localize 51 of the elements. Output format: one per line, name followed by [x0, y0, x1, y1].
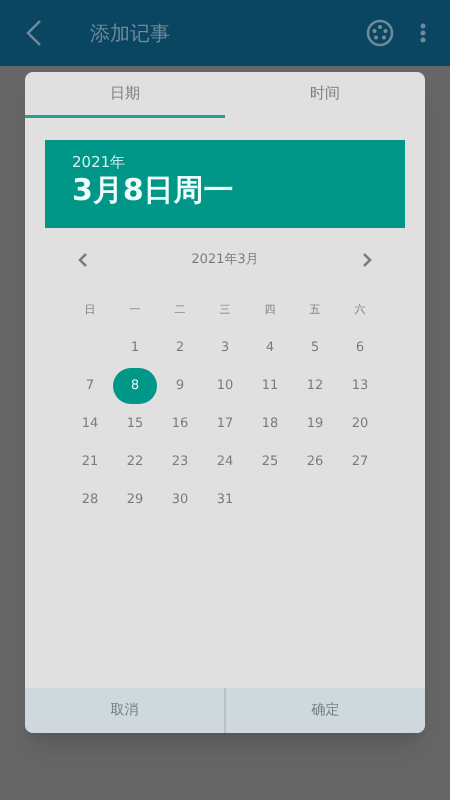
cancel-button[interactable]: 取消: [25, 688, 224, 733]
day-button[interactable]: 29: [113, 482, 157, 518]
day-button[interactable]: 8: [113, 368, 157, 404]
day-button[interactable]: 15: [113, 406, 157, 442]
weekday-label: 日: [84, 302, 96, 318]
day-button[interactable]: 5: [293, 330, 337, 366]
day-button[interactable]: 25: [248, 444, 292, 480]
day-button[interactable]: 10: [203, 368, 247, 404]
day-button[interactable]: 2: [158, 330, 202, 366]
day-button[interactable]: 26: [293, 444, 337, 480]
year-text: 2021年: [72, 152, 126, 172]
selected-date: 3月8日周一: [72, 172, 234, 210]
more-icon[interactable]: [420, 23, 426, 43]
day-button[interactable]: 7: [68, 368, 112, 404]
day-button[interactable]: 11: [248, 368, 292, 404]
day-button[interactable]: 24: [203, 444, 247, 480]
day-button[interactable]: 17: [203, 406, 247, 442]
chevron-left-icon[interactable]: [78, 253, 88, 267]
day-button[interactable]: 6: [338, 330, 382, 366]
chevron-right-icon[interactable]: [362, 253, 372, 267]
day-button[interactable]: 1: [113, 330, 157, 366]
day-button[interactable]: 21: [68, 444, 112, 480]
confirm-button[interactable]: 确定: [224, 688, 425, 733]
day-button[interactable]: 12: [293, 368, 337, 404]
weekday-label: 一: [130, 302, 140, 318]
weekday-label: 六: [354, 302, 366, 318]
day-button[interactable]: 3: [203, 330, 247, 366]
day-button[interactable]: 31: [203, 482, 247, 518]
weekday-label: 四: [264, 302, 276, 318]
weekday-label: 二: [174, 302, 186, 318]
day-button[interactable]: 14: [68, 406, 112, 442]
day-button[interactable]: 9: [158, 368, 202, 404]
day-button[interactable]: 4: [248, 330, 292, 366]
month-title: 2021年3月: [191, 251, 259, 270]
day-button[interactable]: 30: [158, 482, 202, 518]
day-button[interactable]: 22: [113, 444, 157, 480]
day-button[interactable]: 16: [158, 406, 202, 442]
day-button[interactable]: 13: [338, 368, 382, 404]
palette-icon[interactable]: [366, 19, 394, 47]
tab[interactable]: 时间: [225, 72, 425, 118]
screen-title: 添加记事: [90, 20, 170, 47]
weekday-label: 三: [220, 302, 230, 318]
day-button[interactable]: 28: [68, 482, 112, 518]
day-button[interactable]: 20: [338, 406, 382, 442]
day-button[interactable]: 19: [293, 406, 337, 442]
day-button[interactable]: 27: [338, 444, 382, 480]
weekday-label: 五: [310, 302, 320, 318]
back-icon[interactable]: [24, 19, 44, 47]
tab[interactable]: 日期: [25, 72, 225, 118]
day-button[interactable]: 18: [248, 406, 292, 442]
day-button[interactable]: 23: [158, 444, 202, 480]
